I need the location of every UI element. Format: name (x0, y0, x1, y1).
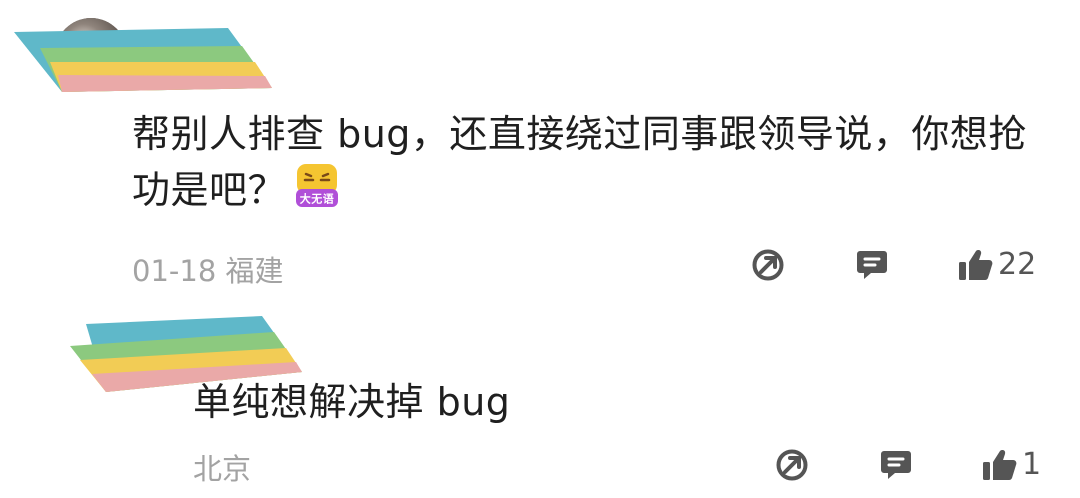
like-button[interactable]: 22 (958, 247, 1036, 282)
reply-button[interactable] (855, 248, 889, 282)
reply-icon (881, 451, 911, 479)
share-button[interactable] (775, 448, 809, 482)
like-count: 1 (1022, 447, 1042, 482)
comment-thread: 帮别人排查 bug，还直接绕过同事跟领导说，你想抢功是吧？ 大无语 01-18 … (0, 0, 1080, 498)
speechless-sticker-icon: 大无语 (294, 163, 340, 209)
comment-meta: 北京 (193, 452, 252, 486)
share-icon (752, 249, 784, 281)
thumbs-up-icon (983, 449, 1017, 480)
username-redaction (14, 28, 272, 92)
reply-button[interactable] (879, 448, 913, 482)
reply-icon (857, 251, 887, 279)
like-button[interactable]: 1 (982, 447, 1041, 482)
share-icon (776, 449, 808, 481)
sticker-label: 大无语 (300, 192, 335, 206)
comment-text: 帮别人排查 bug，还直接绕过同事跟领导说，你想抢功是吧？ 大无语 (132, 112, 1027, 212)
like-count: 22 (998, 247, 1037, 282)
share-button[interactable] (751, 248, 785, 282)
thumbs-up-icon (959, 249, 993, 280)
comment-meta: 01-18 福建 (132, 254, 284, 288)
comment-text: 单纯想解决掉 bug (193, 380, 511, 424)
